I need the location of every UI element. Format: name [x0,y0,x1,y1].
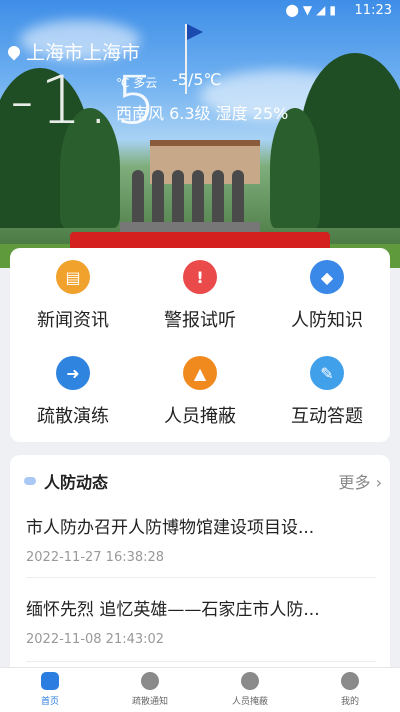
shield-icon [241,672,259,690]
location[interactable]: 上海市上海市 [5,38,141,65]
bottom-tab-bar: 首页 疏散通知 人员掩蔽 我的 [0,667,400,712]
feature-menu: ▤ 新闻资讯 ! 警报试听 ◆ 人防知识 ➜ 疏散演练 ▲ 人员掩蔽 ✎ 互动答… [10,248,390,442]
quiz-icon: ✎ [310,356,344,390]
flag [187,24,203,40]
menu-item-knowledge[interactable]: ◆ 人防知识 [264,260,390,332]
tab-mine[interactable]: 我的 [300,672,400,707]
menu-item-alert[interactable]: ! 警报试听 [137,260,263,332]
evacuation-icon: ➜ [56,356,90,390]
knowledge-icon: ◆ [310,260,344,294]
news-item-title: 市人防办召开人防博物馆建设项目设... [26,518,315,538]
menu-label: 疏散演练 [37,406,109,427]
location-label: 上海市上海市 [26,42,141,64]
chevron-right-icon: › [375,473,382,492]
wind-humidity: 西南风 6.3级 湿度 25% [116,104,289,123]
alert-icon: ! [183,260,217,294]
temperature-range: -5/5℃ [172,70,222,89]
unit-condition: ℃ 多云 [116,76,158,90]
tab-shelter[interactable]: 人员掩蔽 [200,672,300,707]
tab-label: 我的 [340,697,359,707]
news-header: 人防动态 [24,469,108,493]
bell-icon [141,672,159,690]
more-label: 更多 [338,473,371,492]
news-title: 人防动态 [44,473,109,492]
news-item[interactable]: 缅怀先烈 追忆英雄——石家庄市人防... 2022-11-08 21:43:02 [26,595,376,662]
shelter-icon: ▲ [183,356,217,390]
news-item[interactable]: 市人防办召开人防博物馆建设项目设... 2022-11-27 16:38:28 [26,513,376,578]
section-dot-icon [24,477,36,485]
news-item-title: 缅怀先烈 追忆英雄——石家庄市人防... [26,600,320,620]
menu-label: 互动答题 [291,406,363,427]
tab-label: 人员掩蔽 [231,697,268,707]
status-time: 11:23 [354,3,392,18]
menu-label: 新闻资讯 [37,310,109,331]
more-link[interactable]: 更多 › [338,469,382,493]
news-section: 人防动态 更多 › 市人防办召开人防博物馆建设项目设... 2022-11-27… [10,455,390,685]
tab-home[interactable]: 首页 [0,672,100,707]
tab-label: 疏散通知 [131,697,168,707]
status-icons: ⬤▼◢▮ [285,3,340,17]
tab-label: 首页 [40,697,59,707]
menu-item-news[interactable]: ▤ 新闻资讯 [10,260,136,332]
status-bar: ⬤▼◢▮ 11:23 [0,0,400,22]
menu-item-shelter[interactable]: ▲ 人员掩蔽 [137,356,263,428]
home-icon [41,672,59,690]
user-icon [341,672,359,690]
news-item-time: 2022-11-27 16:38:28 [26,550,165,565]
news-icon: ▤ [56,260,90,294]
tab-evacuation-notice[interactable]: 疏散通知 [100,672,200,707]
menu-label: 人员掩蔽 [164,406,236,427]
menu-label: 人防知识 [291,310,363,331]
menu-item-quiz[interactable]: ✎ 互动答题 [264,356,390,428]
menu-label: 警报试听 [164,310,236,331]
news-item-time: 2022-11-08 21:43:02 [26,632,165,647]
location-pin-icon [5,43,23,60]
menu-item-evacuation[interactable]: ➜ 疏散演练 [10,356,136,428]
